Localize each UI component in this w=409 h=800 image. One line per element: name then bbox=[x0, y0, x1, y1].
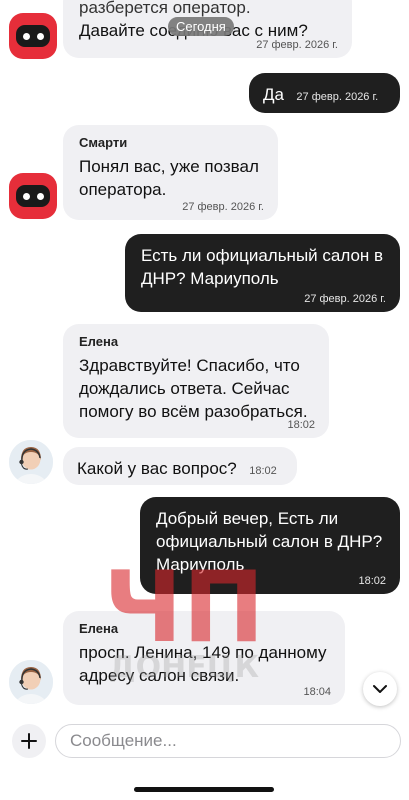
message-bot: Смарти Понял вас, уже позвал оператора. … bbox=[63, 125, 278, 220]
robot-avatar bbox=[9, 13, 57, 59]
operator-avatar bbox=[9, 660, 53, 704]
message-outgoing: Добрый вечер, Есть ли официальный салон … bbox=[140, 497, 400, 594]
message-time: 27 февр. 2026 г. bbox=[182, 201, 264, 213]
home-indicator bbox=[134, 787, 274, 792]
message-text: Понял вас, уже позвал оператора. bbox=[79, 157, 259, 199]
message-operator: Какой у вас вопрос? 18:02 bbox=[63, 447, 297, 485]
sender-name: Елена bbox=[79, 621, 119, 636]
sender-name: Елена bbox=[79, 334, 119, 349]
message-operator: Елена просп. Ленина, 149 по данному адре… bbox=[63, 611, 345, 705]
scroll-down-button[interactable] bbox=[363, 672, 397, 706]
message-time: 27 февр. 2026 г. bbox=[296, 91, 379, 103]
add-attachment-button[interactable] bbox=[12, 724, 46, 758]
operator-avatar bbox=[9, 440, 53, 484]
message-text: просп. Ленина, 149 по данному адресу сал… bbox=[79, 643, 327, 685]
message-composer bbox=[0, 716, 409, 800]
message-time: 18:04 bbox=[303, 686, 331, 698]
message-text: Да bbox=[263, 85, 284, 104]
message-time: 18:02 bbox=[358, 575, 386, 587]
message-time: 27 февр. 2026 г. bbox=[256, 39, 338, 51]
message-input[interactable] bbox=[55, 724, 401, 758]
message-time: 18:02 bbox=[287, 419, 315, 431]
robot-avatar bbox=[9, 173, 57, 219]
message-text: Добрый вечер, Есть ли официальный салон … bbox=[156, 509, 383, 574]
sender-name: Смарти bbox=[79, 135, 128, 150]
message-time: 27 февр. 2026 г. bbox=[304, 293, 386, 305]
plus-icon bbox=[21, 733, 37, 749]
chat-area: разберется оператор. Давайте соединю вас… bbox=[0, 0, 409, 716]
message-time: 18:02 bbox=[249, 465, 277, 477]
message-outgoing: Есть ли официальный салон в ДНР? Мариупо… bbox=[125, 234, 400, 312]
message-text: Здравствуйте! Спасибо, что дождались отв… bbox=[79, 356, 308, 421]
message-text: Есть ли официальный салон в ДНР? Мариупо… bbox=[141, 246, 384, 288]
date-pill: Сегодня bbox=[168, 17, 234, 36]
chevron-down-icon bbox=[373, 685, 387, 693]
message-text: Какой у вас вопрос? bbox=[77, 459, 237, 478]
message-operator: Елена Здравствуйте! Спасибо, что дождали… bbox=[63, 324, 329, 438]
message-outgoing: Да 27 февр. 2026 г. bbox=[249, 73, 400, 113]
